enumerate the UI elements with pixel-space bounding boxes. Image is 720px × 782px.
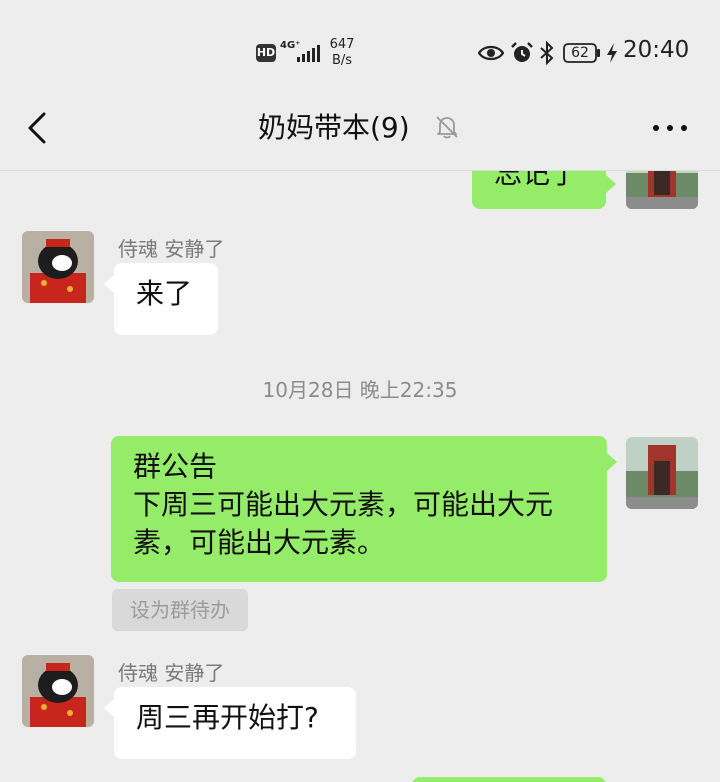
more-icon[interactable] — [650, 116, 690, 140]
signal-icon — [297, 45, 320, 62]
avatar-sender[interactable] — [22, 655, 94, 727]
announcement-bubble[interactable]: 群公告 下周三可能出大元素，可能出大元素，可能出大元素。 — [111, 436, 607, 582]
alarm-icon — [511, 42, 533, 62]
message-bubble-out[interactable]: 忘记了 — [472, 171, 606, 209]
status-time: 20:40 — [623, 37, 690, 63]
back-icon[interactable] — [20, 108, 52, 148]
charging-icon — [607, 43, 617, 63]
message-list[interactable]: 忘记了 侍魂 安静了 来了 10月28日 晚上22:35 群公告 下周三可能出大… — [0, 171, 720, 782]
mute-icon — [436, 116, 458, 139]
message-text: 周三再开始打? — [136, 701, 319, 734]
message-text: 来了 — [136, 277, 193, 310]
status-bar: HD 4G⁺ 647 B/s 62 20:40 — [0, 0, 720, 100]
sender-name: 侍魂 安静了 — [118, 661, 225, 685]
sender-name: 侍魂 安静了 — [118, 237, 225, 261]
bubble-tail — [104, 275, 114, 293]
speed-value: 647 — [329, 37, 355, 52]
message-bubble-out[interactable] — [412, 777, 606, 782]
message-timestamp: 10月28日 晚上22:35 — [262, 378, 458, 402]
chat-title: 奶妈带本(9) — [258, 111, 410, 144]
announcement-body: 下周三可能出大元素，可能出大元素，可能出大元素。 — [133, 488, 554, 559]
hd-icon: HD — [256, 44, 276, 62]
message-bubble-in[interactable]: 来了 — [114, 263, 218, 335]
set-group-todo-button[interactable]: 设为群待办 — [112, 589, 248, 631]
bubble-tail — [104, 699, 114, 717]
speed-unit: B/s — [331, 53, 353, 68]
network-speed: 647 B/s — [326, 37, 358, 69]
bubble-tail — [606, 175, 616, 193]
bluetooth-icon — [540, 41, 554, 65]
battery-icon: 62 — [563, 43, 601, 63]
message-bubble-in[interactable]: 周三再开始打? — [114, 687, 356, 759]
avatar-self[interactable] — [626, 171, 698, 209]
avatar-sender[interactable] — [22, 231, 94, 303]
battery-level: 62 — [571, 45, 589, 61]
avatar-self[interactable] — [626, 437, 698, 509]
bubble-tail — [607, 453, 617, 471]
announcement-title: 群公告 — [133, 450, 218, 483]
eye-icon — [478, 45, 504, 61]
message-text: 忘记了 — [494, 171, 579, 190]
